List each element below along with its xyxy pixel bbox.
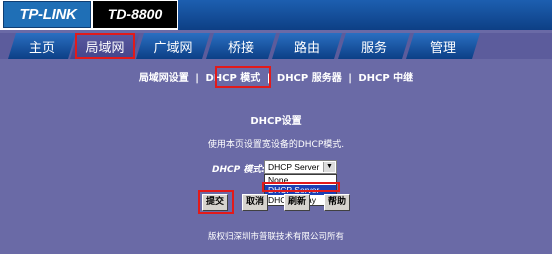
lan-tab-highlight bbox=[75, 33, 135, 59]
dhcp-mode-select[interactable]: DHCP Server ▼ bbox=[264, 160, 337, 174]
help-button[interactable]: 帮助 bbox=[324, 194, 350, 211]
tab-label: 主页 bbox=[28, 41, 55, 56]
model-badge: TD-8800 bbox=[93, 1, 177, 28]
tab-services[interactable]: 服务 bbox=[338, 33, 410, 59]
tab-bridge[interactable]: 桥接 bbox=[206, 33, 276, 59]
tab-routing[interactable]: 路由 bbox=[272, 33, 342, 59]
tab-management[interactable]: 管理 bbox=[406, 33, 480, 59]
page-title: DHCP设置 bbox=[250, 116, 302, 127]
brand-logo: TP-LINK bbox=[3, 1, 91, 28]
tab-label: 管理 bbox=[429, 41, 456, 56]
sub-navigation: 局域网设置 | DHCP 模式 | DHCP 服务器 | DHCP 中继 bbox=[0, 69, 552, 85]
subnav-dhcp-relay[interactable]: DHCP 中继 bbox=[358, 69, 413, 84]
subnav-lan-settings[interactable]: 局域网设置 bbox=[139, 69, 189, 84]
subnav-separator: | bbox=[195, 73, 199, 84]
page-description: 使用本页设置宽设备的DHCP模式. bbox=[207, 140, 345, 150]
dhcp-mode-highlight bbox=[215, 66, 271, 88]
header-band bbox=[178, 0, 552, 30]
tab-label: 路由 bbox=[293, 41, 320, 56]
tab-wan[interactable]: 广域网 bbox=[136, 33, 210, 59]
dhcp-mode-label: DHCP 模式: bbox=[212, 165, 265, 175]
dhcp-mode-select-value: DHCP Server bbox=[268, 162, 320, 172]
brand-name: TP-LINK bbox=[19, 6, 77, 23]
model-name: TD-8800 bbox=[107, 6, 163, 22]
subnav-dhcp-server[interactable]: DHCP 服务器 bbox=[277, 69, 342, 84]
cancel-button[interactable]: 取消 bbox=[242, 194, 268, 211]
tab-label: 桥接 bbox=[227, 41, 254, 56]
refresh-button[interactable]: 刷新 bbox=[284, 194, 310, 211]
tab-label: 服务 bbox=[360, 41, 387, 56]
copyright-footer: 版权归深圳市普联技术有限公司所有 bbox=[207, 232, 344, 242]
chevron-down-icon[interactable]: ▼ bbox=[323, 162, 335, 172]
header: TP-LINK TD-8800 bbox=[0, 0, 552, 30]
submit-highlight bbox=[198, 190, 234, 214]
tab-label: 广域网 bbox=[153, 41, 193, 56]
subnav-separator: | bbox=[348, 73, 352, 84]
dhcp-server-highlight bbox=[262, 182, 340, 192]
tab-home[interactable]: 主页 bbox=[8, 33, 76, 59]
